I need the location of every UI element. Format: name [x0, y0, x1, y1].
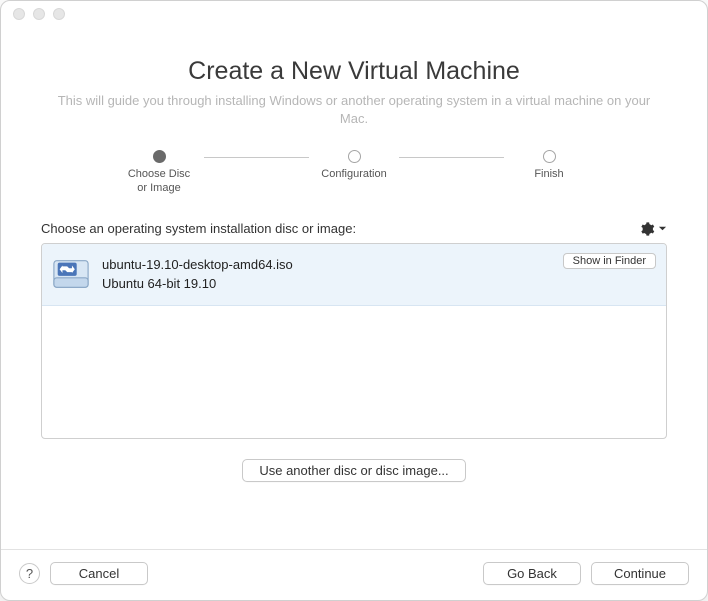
wizard-steps: Choose Disc or Image Configuration Finis… [114, 150, 594, 194]
list-item-texts: ubuntu-19.10-desktop-amd64.iso Ubuntu 64… [102, 257, 551, 291]
footer: ? Cancel Go Back Continue [1, 549, 707, 600]
disc-image-list[interactable]: ubuntu-19.10-desktop-amd64.iso Ubuntu 64… [41, 243, 667, 439]
step-connector [399, 157, 504, 158]
go-back-button[interactable]: Go Back [483, 562, 581, 585]
options-menu-button[interactable] [639, 221, 667, 237]
titlebar [1, 1, 707, 27]
step-finish: Finish [504, 150, 594, 181]
zoom-window-icon[interactable] [53, 8, 65, 20]
list-item[interactable]: ubuntu-19.10-desktop-amd64.iso Ubuntu 64… [42, 244, 666, 306]
show-in-finder-button[interactable]: Show in Finder [563, 253, 656, 269]
step-connector [204, 157, 309, 158]
page-title: Create a New Virtual Machine [188, 57, 520, 86]
step-dot-active-icon [153, 150, 166, 163]
continue-button[interactable]: Continue [591, 562, 689, 585]
gear-icon [639, 221, 655, 237]
mid-button-row: Use another disc or disc image... [41, 459, 667, 482]
content-area: Create a New Virtual Machine This will g… [1, 27, 707, 549]
vm-wizard-window: Create a New Virtual Machine This will g… [0, 0, 708, 601]
minimize-window-icon[interactable] [33, 8, 45, 20]
item-filename: ubuntu-19.10-desktop-amd64.iso [102, 257, 551, 272]
step-label: Finish [534, 168, 563, 181]
item-description: Ubuntu 64-bit 19.10 [102, 276, 551, 291]
section-prompt: Choose an operating system installation … [41, 221, 356, 236]
step-configuration: Configuration [309, 150, 399, 181]
step-label: Choose Disc or Image [128, 168, 190, 194]
help-button[interactable]: ? [19, 563, 40, 584]
chevron-down-icon [658, 224, 667, 233]
step-label: Configuration [321, 168, 386, 181]
step-choose-disc: Choose Disc or Image [114, 150, 204, 194]
close-window-icon[interactable] [13, 8, 25, 20]
section-header-row: Choose an operating system installation … [41, 221, 667, 237]
disc-image-icon [52, 255, 90, 293]
step-dot-icon [348, 150, 361, 163]
use-another-disc-button[interactable]: Use another disc or disc image... [242, 459, 465, 482]
step-dot-icon [543, 150, 556, 163]
cancel-button[interactable]: Cancel [50, 562, 148, 585]
page-subtitle: This will guide you through installing W… [54, 92, 654, 128]
